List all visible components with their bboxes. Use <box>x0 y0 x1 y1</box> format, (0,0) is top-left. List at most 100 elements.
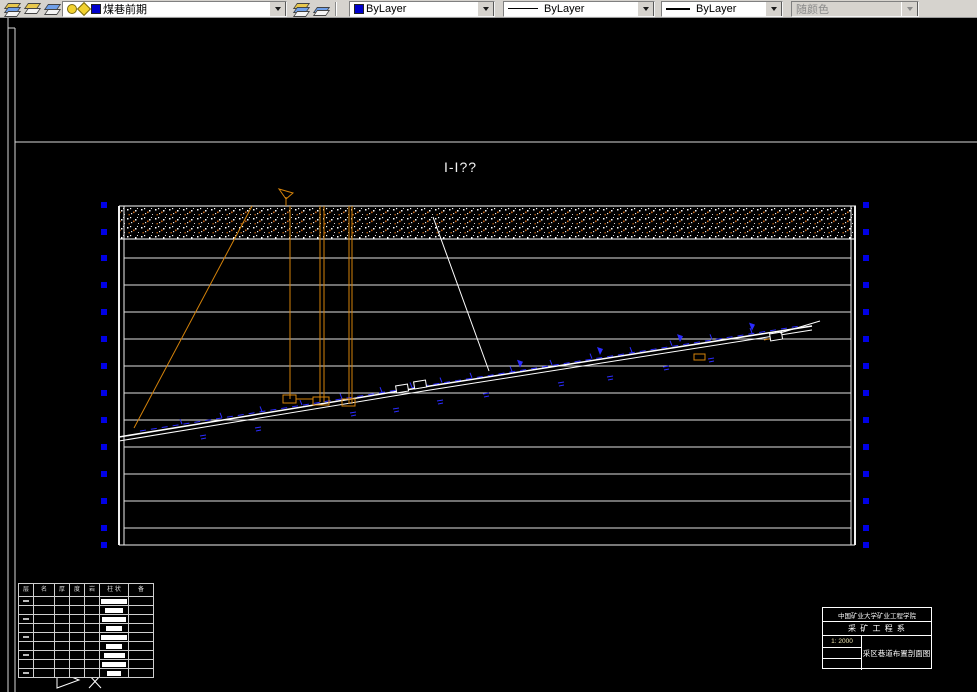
strata-cell <box>128 641 154 651</box>
strata-row <box>18 650 154 660</box>
shafts-and-leaders <box>133 188 778 429</box>
strata-cell <box>99 596 129 606</box>
current-color-swatch <box>354 3 364 14</box>
strata-cell <box>54 605 70 615</box>
strata-cell <box>18 632 34 642</box>
institute-name: 中国矿业大学矿业工程学院 <box>823 608 931 622</box>
strata-cell <box>69 668 85 678</box>
toolbar-separator <box>335 1 337 16</box>
strata-cell <box>33 659 55 669</box>
linetype-combo[interactable]: ByLayer <box>503 0 655 17</box>
strata-row <box>18 641 154 651</box>
strata-header-cell: 备 <box>128 583 154 597</box>
drawing-title: 采区巷道布置剖面图 <box>862 648 931 658</box>
strata-row <box>18 605 154 615</box>
strata-cell <box>33 668 55 678</box>
strata-cell <box>69 632 85 642</box>
strata-cell <box>54 668 70 678</box>
strata-cell <box>18 614 34 624</box>
strata-cell <box>33 641 55 651</box>
strata-header-cell: 度 <box>69 583 85 597</box>
lineweight-combo-arrow[interactable] <box>765 1 782 16</box>
roadway-centerline-dashed <box>139 325 801 432</box>
strata-cell <box>84 632 100 642</box>
strata-header-cell: 柱 状 <box>99 583 129 597</box>
strata-cell <box>99 632 129 642</box>
strata-cell <box>69 659 85 669</box>
strata-cell <box>99 614 129 624</box>
layer-manager-button[interactable] <box>291 1 311 17</box>
linetype-sample-icon <box>508 8 538 9</box>
color-combo[interactable]: ByLayer <box>349 0 495 17</box>
strata-row <box>18 614 154 624</box>
strata-cell <box>128 650 154 660</box>
strata-row <box>18 659 154 669</box>
section-boundaries <box>118 206 856 546</box>
plot-style-value: 随颜色 <box>796 3 829 16</box>
color-combo-arrow[interactable] <box>477 1 494 16</box>
strata-cell <box>128 623 154 633</box>
strata-cell <box>128 614 154 624</box>
strata-cell <box>54 650 70 660</box>
strata-cell <box>84 623 100 633</box>
strata-cell <box>99 650 129 660</box>
layer-properties-button[interactable] <box>22 1 42 17</box>
strata-cell <box>33 623 55 633</box>
strata-cell <box>99 623 129 633</box>
strata-cell <box>128 605 154 615</box>
strata-cell <box>18 668 34 678</box>
strata-cell <box>99 641 129 651</box>
section-label: I-I?? <box>444 159 478 175</box>
strata-row <box>18 668 154 678</box>
strata-cell <box>99 605 129 615</box>
strata-cell <box>69 596 85 606</box>
current-linetype-value: ByLayer <box>544 2 585 15</box>
linetype-combo-arrow[interactable] <box>637 1 654 16</box>
layer-previous-button[interactable] <box>42 1 62 17</box>
strata-cell <box>18 605 34 615</box>
strata-cell <box>84 659 100 669</box>
strata-header-cell: 岩 <box>84 583 100 597</box>
sun-freeze-icon[interactable] <box>76 1 92 16</box>
strata-cell <box>18 650 34 660</box>
strata-cell <box>33 632 55 642</box>
lineweight-combo[interactable]: ByLayer <box>661 0 783 17</box>
strata-cell <box>128 668 154 678</box>
strata-header-cell: 名 <box>33 583 55 597</box>
layer-combo[interactable]: 煤巷前期 <box>62 0 287 17</box>
strata-header-cell: 层 <box>18 583 34 597</box>
title-block-grid: 1: 2000 <box>823 636 862 670</box>
strata-cell <box>54 659 70 669</box>
department-name: 采 矿 工 程 系 <box>823 622 931 636</box>
lineweight-sample-icon <box>666 7 690 10</box>
strata-cell <box>99 668 129 678</box>
drawing-scale: 1: 2000 <box>823 636 861 648</box>
make-layer-current-button[interactable] <box>2 1 22 17</box>
strata-header-cell: 厚 <box>54 583 70 597</box>
strata-cell <box>69 641 85 651</box>
strata-cell <box>54 596 70 606</box>
strata-cell <box>69 614 85 624</box>
title-block: 中国矿业大学矿业工程学院 采 矿 工 程 系 1: 2000 采区巷道布置剖面图 <box>822 607 932 670</box>
strata-cell <box>54 614 70 624</box>
layer-combo-arrow[interactable] <box>269 1 286 16</box>
inclined-roadway <box>118 325 813 442</box>
strata-cell <box>84 614 100 624</box>
layer-color-swatch <box>91 3 101 14</box>
grip-points <box>101 202 869 548</box>
strata-lines <box>124 257 851 529</box>
plot-style-combo: 随颜色 <box>791 0 919 17</box>
strata-row <box>18 632 154 642</box>
title-block-cell <box>823 659 861 670</box>
strata-cell <box>54 623 70 633</box>
strata-cell <box>33 650 55 660</box>
roadway-annotations <box>179 322 755 440</box>
drawing-canvas[interactable]: I-I?? 层名厚度岩柱 状备 中国矿业大学矿业工程学院 采 矿 工 程 系 1… <box>0 0 977 692</box>
strata-cell <box>128 596 154 606</box>
strata-cell <box>84 641 100 651</box>
layer-states-button[interactable] <box>311 1 331 17</box>
title-block-cell <box>823 648 861 660</box>
strata-cell <box>18 623 34 633</box>
strata-cell <box>18 596 34 606</box>
strata-cell <box>18 641 34 651</box>
